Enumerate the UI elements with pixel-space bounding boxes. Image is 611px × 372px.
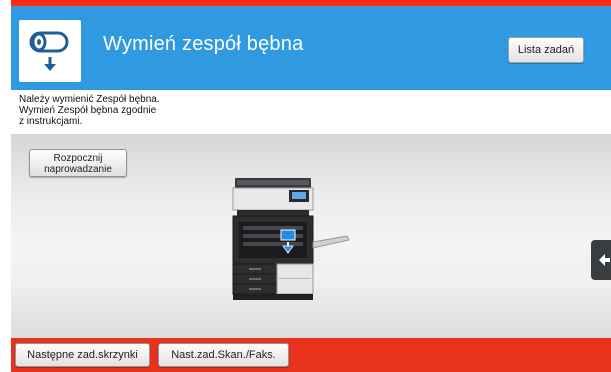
printer-open-door-icon <box>231 178 361 309</box>
job-list-button[interactable]: Lista zadań <box>508 37 584 63</box>
message-line: Należy wymienić Zespół bębna. <box>19 94 160 105</box>
instruction-message: Należy wymienić Zespół bębna. Wymień Zes… <box>19 94 319 127</box>
arrow-left-icon[interactable] <box>591 240 611 280</box>
start-guidance-label-line1: Rozpocznij <box>53 153 103 164</box>
next-scan-fax-job-button[interactable]: Nast.zad.Skan./Faks. <box>158 343 289 367</box>
guidance-stage: Rozpocznij naprowadzanie <box>11 134 611 338</box>
page-title: Wymień zespół bębna <box>103 33 304 55</box>
bottom-action-bar: Następne zad.skrzynki Nast.zad.Skan./Fak… <box>11 338 611 372</box>
start-guidance-button[interactable]: Rozpocznij naprowadzanie <box>29 149 127 177</box>
drum-unit-icon <box>19 20 81 82</box>
header-bar: Wymień zespół bębna Lista zadań <box>11 6 611 90</box>
message-line: z instrukcjami. <box>19 116 83 127</box>
next-box-job-button[interactable]: Następne zad.skrzynki <box>15 343 150 367</box>
message-line: Wymień Zespół bębna zgodnie <box>19 105 157 116</box>
start-guidance-label-line2: naprowadzanie <box>44 164 112 175</box>
screen: Wymień zespół bębna Lista zadań Należy w… <box>11 0 611 372</box>
